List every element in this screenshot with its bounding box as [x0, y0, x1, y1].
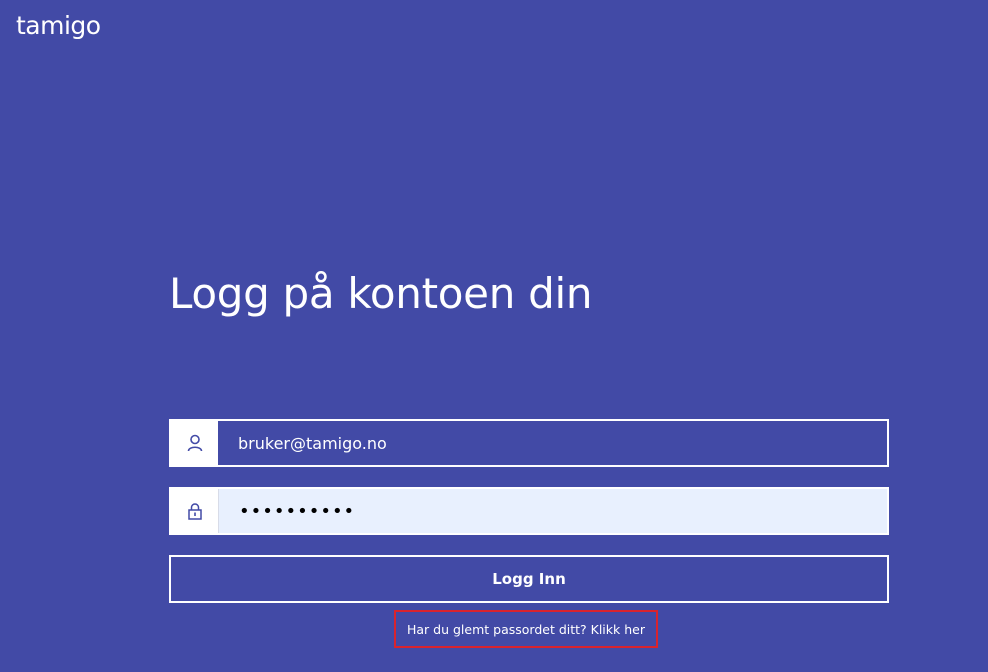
- login-button[interactable]: Logg Inn: [169, 555, 889, 603]
- forgot-password-link[interactable]: Har du glemt passordet ditt? Klikk her: [394, 610, 658, 648]
- password-field-container: [169, 487, 889, 535]
- user-icon: [171, 421, 218, 465]
- lock-icon: [171, 489, 219, 533]
- email-field-container: [169, 419, 889, 467]
- page-title: Logg på kontoen din: [169, 269, 593, 318]
- tamigo-logo: tamigo: [16, 11, 101, 40]
- password-input[interactable]: [219, 489, 887, 533]
- email-input[interactable]: [218, 421, 887, 465]
